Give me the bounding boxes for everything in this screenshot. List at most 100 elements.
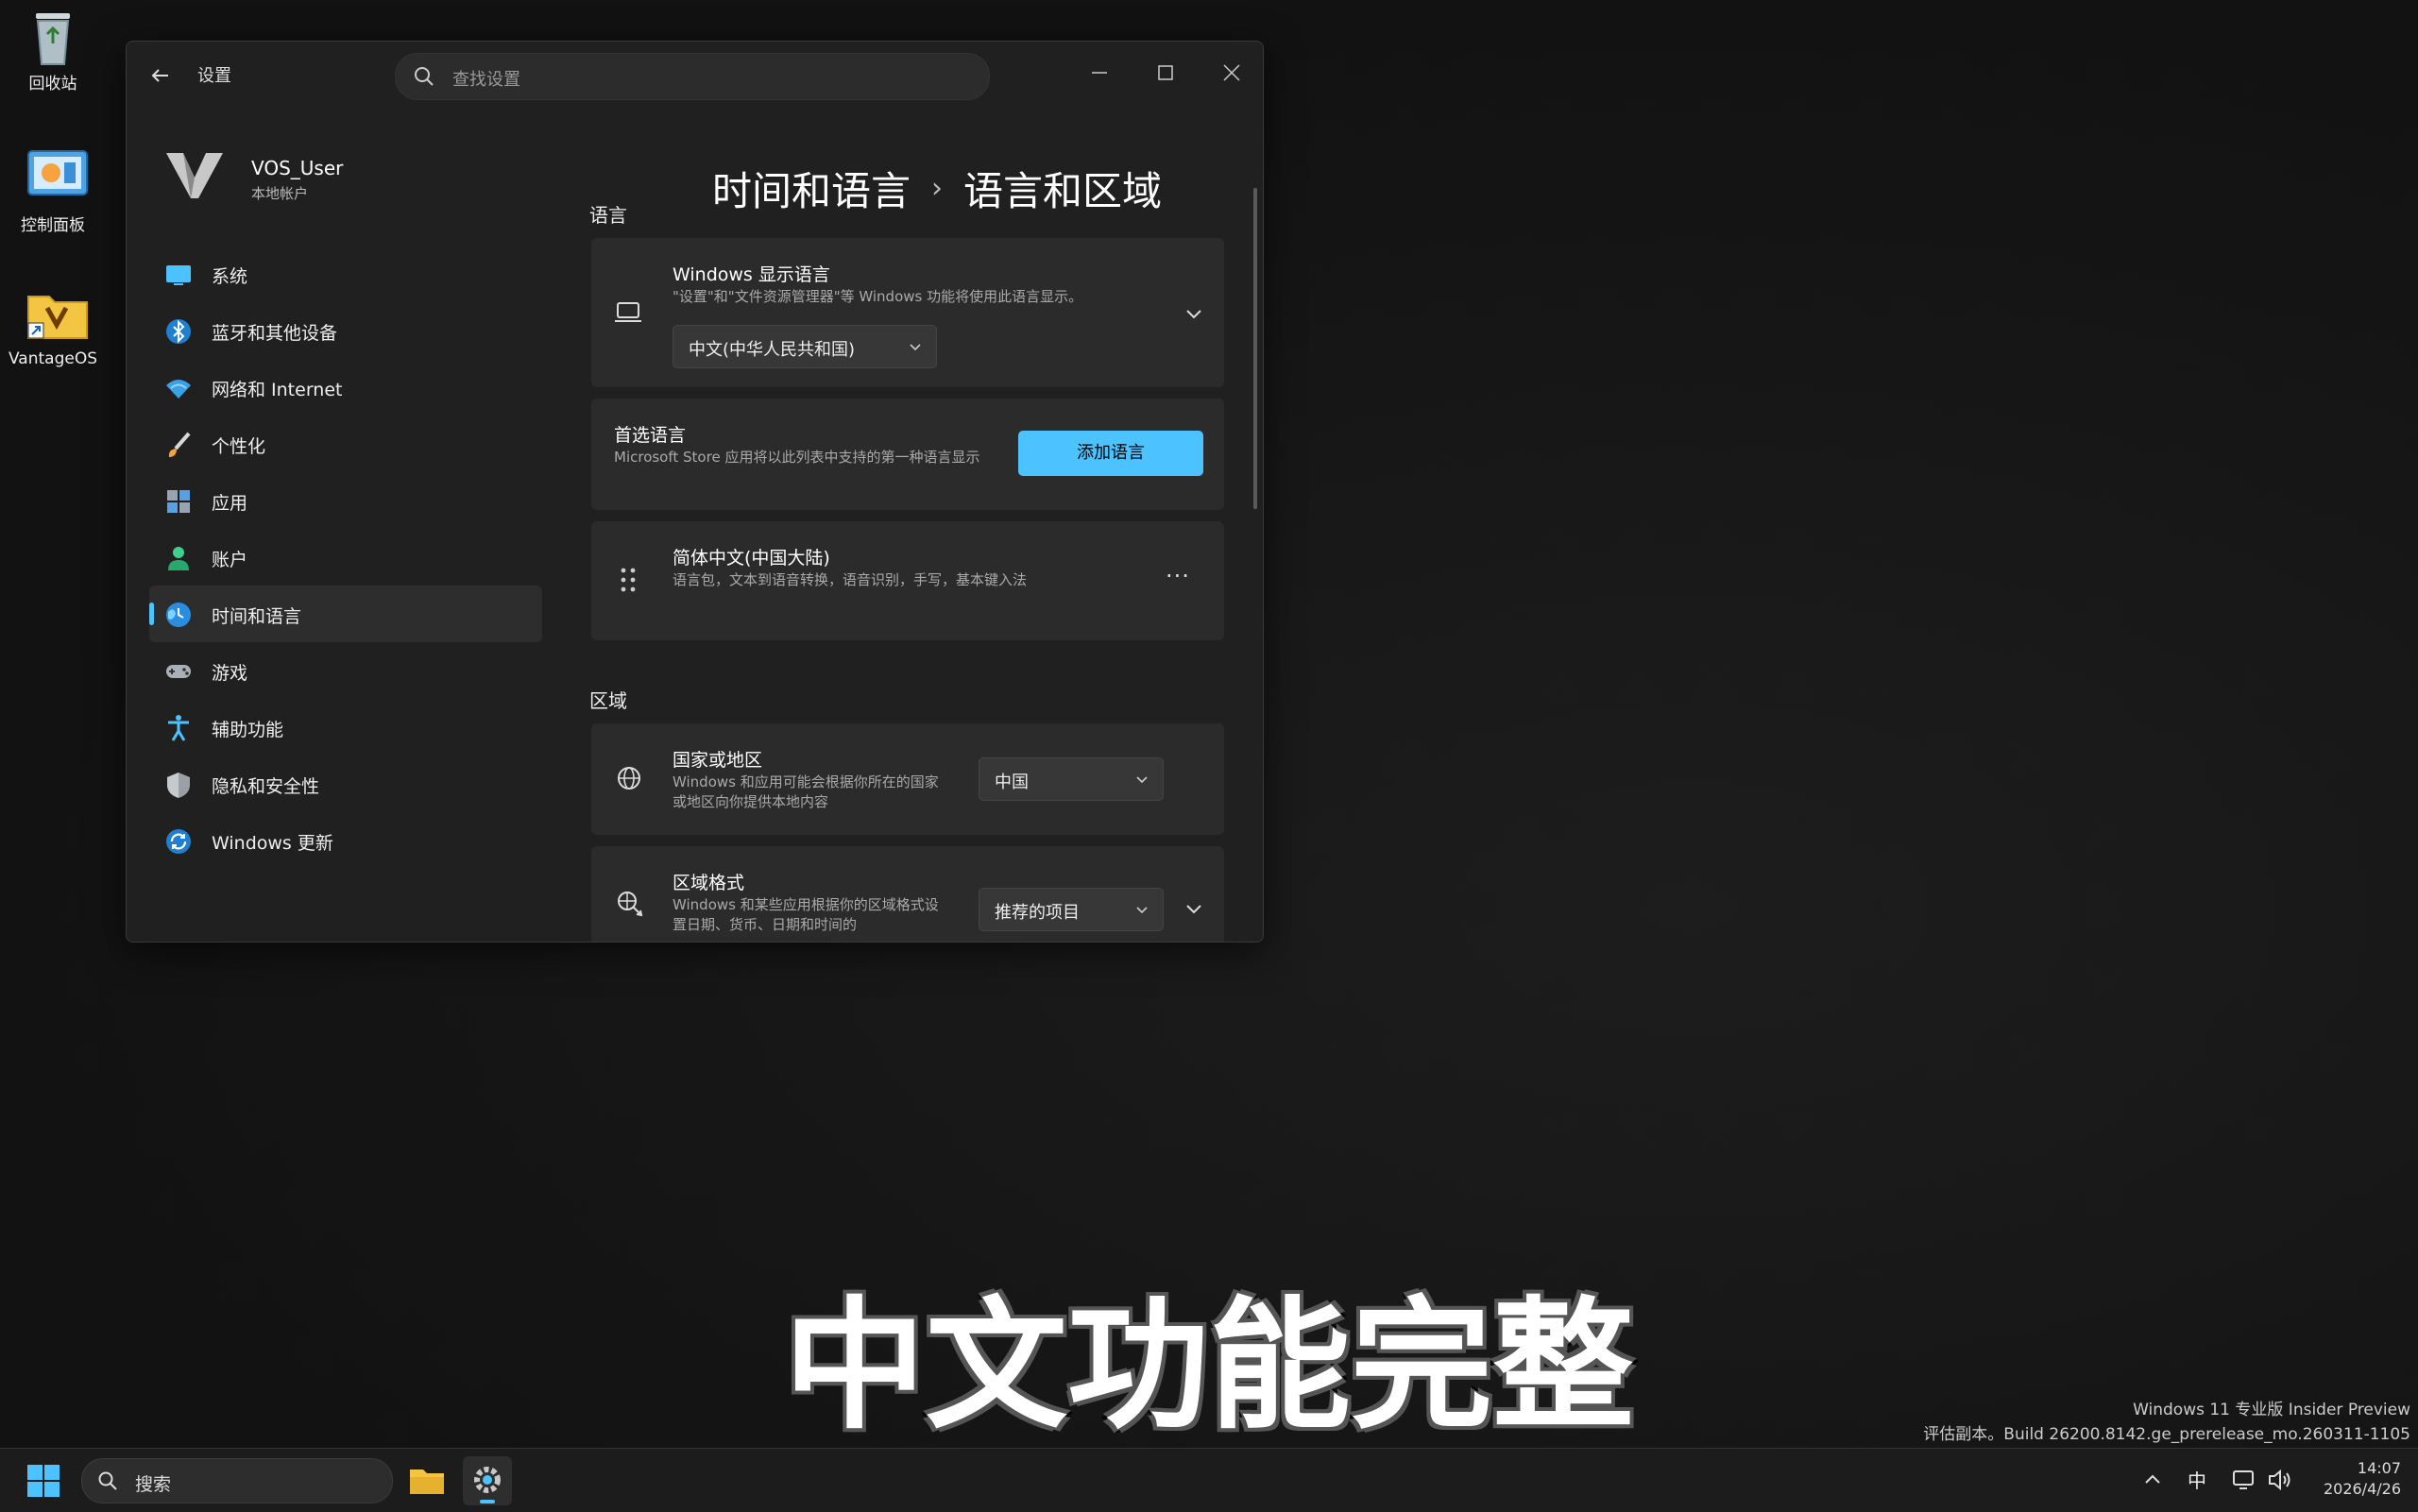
drag-handle-icon[interactable] bbox=[620, 567, 637, 593]
gear-icon bbox=[474, 1467, 501, 1493]
preferred-languages-desc: Microsoft Store 应用将以此列表中支持的第一种语言显示 bbox=[614, 449, 980, 466]
regional-format-dropdown[interactable]: 推荐的项目 bbox=[979, 888, 1164, 931]
chevron-down-icon[interactable] bbox=[1183, 302, 1205, 325]
regional-format-card[interactable]: 区域格式 Windows 和某些应用根据你的区域格式设置日期、货币、日期和时间的… bbox=[591, 846, 1224, 942]
section-title-language: 语言 bbox=[589, 204, 627, 227]
nav-item-gaming[interactable]: 游戏 bbox=[149, 642, 542, 699]
regional-format-value: 推荐的项目 bbox=[995, 903, 1080, 923]
nav-item-network[interactable]: 网络和 Internet bbox=[149, 359, 542, 416]
chevron-up-icon[interactable] bbox=[2142, 1470, 2163, 1490]
update-icon bbox=[166, 829, 191, 854]
user-avatar-logo-icon bbox=[166, 153, 223, 198]
regional-format-title: 区域格式 bbox=[673, 873, 745, 893]
desktop-icon-recycle-bin[interactable]: 回收站 bbox=[0, 6, 110, 93]
nav-item-time-language[interactable]: 时间和语言 bbox=[149, 586, 542, 642]
preferred-languages-card: 首选语言 Microsoft Store 应用将以此列表中支持的第一种语言显示 … bbox=[591, 399, 1224, 510]
ime-indicator[interactable]: 中 bbox=[2188, 1466, 2206, 1493]
minimize-icon bbox=[1092, 72, 1107, 74]
country-region-title: 国家或地区 bbox=[673, 750, 763, 771]
nav-label: 时间和语言 bbox=[212, 606, 302, 627]
settings-window: 设置 查找设置 VOS_User 本地帐户 系统 蓝牙和其他设备 网络和 Int… bbox=[126, 41, 1264, 943]
person-icon bbox=[168, 547, 189, 570]
close-button[interactable] bbox=[1203, 51, 1260, 94]
bluetooth-icon bbox=[166, 319, 191, 344]
page-title: 语言和区域 bbox=[963, 168, 1163, 214]
nav-item-apps[interactable]: 应用 bbox=[149, 472, 542, 529]
taskbar-settings[interactable] bbox=[463, 1456, 512, 1505]
volume-icon[interactable] bbox=[2267, 1468, 2293, 1492]
clock-date: 2026/4/26 bbox=[2323, 1480, 2401, 1498]
regional-format-icon bbox=[618, 892, 643, 917]
search-icon bbox=[98, 1471, 117, 1490]
desktop-icon-vantageos[interactable]: VantageOS bbox=[0, 285, 110, 368]
title-bar: 设置 查找设置 bbox=[127, 42, 1263, 108]
display-language-dropdown[interactable]: 中文(中华人民共和国) bbox=[673, 325, 937, 368]
language-item-zh-cn[interactable]: 简体中文(中国大陆) 语言包，文本到语音转换，语音识别，手写，基本键入法 ··· bbox=[591, 521, 1224, 640]
more-options-icon[interactable]: ··· bbox=[1166, 563, 1190, 589]
nav-item-bluetooth[interactable]: 蓝牙和其他设备 bbox=[149, 302, 542, 359]
nav-label: 个性化 bbox=[212, 436, 266, 457]
maximize-button[interactable] bbox=[1137, 51, 1194, 94]
build-watermark-line2: 评估副本。Build 26200.8142.ge_prerelease_mo.2… bbox=[1923, 1425, 2410, 1444]
language-item-title: 简体中文(中国大陆) bbox=[673, 548, 830, 569]
breadcrumb-separator: › bbox=[931, 172, 944, 205]
desktop-icon-control-panel[interactable]: 控制面板 bbox=[0, 147, 110, 235]
country-region-dropdown[interactable]: 中国 bbox=[979, 757, 1164, 801]
maximize-icon bbox=[1158, 65, 1173, 80]
nav-item-personalization[interactable]: 个性化 bbox=[149, 416, 542, 472]
preferred-languages-title: 首选语言 bbox=[614, 425, 687, 446]
network-icon[interactable] bbox=[2231, 1468, 2256, 1492]
search-placeholder: 查找设置 bbox=[452, 70, 520, 90]
clock-time: 14:07 bbox=[2357, 1459, 2401, 1477]
user-name: VOS_User bbox=[251, 157, 344, 179]
chevron-down-icon bbox=[1136, 776, 1148, 784]
search-icon bbox=[415, 67, 434, 86]
globe-clock-icon bbox=[166, 603, 191, 627]
back-button[interactable] bbox=[147, 62, 174, 89]
apps-icon bbox=[167, 490, 190, 513]
taskbar-file-explorer[interactable] bbox=[402, 1456, 451, 1505]
country-region-value: 中国 bbox=[995, 773, 1029, 792]
taskbar-search-placeholder: 搜索 bbox=[135, 1474, 172, 1495]
nav-item-system[interactable]: 系统 bbox=[149, 246, 542, 302]
accessibility-icon bbox=[168, 715, 189, 741]
chevron-down-icon bbox=[1136, 907, 1148, 914]
nav-list: 系统 蓝牙和其他设备 网络和 Internet 个性化 应用 账户 时间和语言 … bbox=[149, 246, 542, 869]
nav-label: 应用 bbox=[212, 493, 248, 514]
display-language-desc: "设置"和"文件资源管理器"等 Windows 功能将使用此语言显示。 bbox=[673, 288, 1083, 305]
nav-item-accessibility[interactable]: 辅助功能 bbox=[149, 699, 542, 756]
arrow-left-icon bbox=[151, 69, 168, 82]
display-language-title: Windows 显示语言 bbox=[673, 264, 830, 285]
nav-label: 账户 bbox=[212, 550, 248, 570]
nav-label: Windows 更新 bbox=[212, 833, 333, 854]
brush-icon bbox=[168, 432, 191, 457]
nav-item-privacy[interactable]: 隐私和安全性 bbox=[149, 756, 542, 812]
nav-item-windows-update[interactable]: Windows 更新 bbox=[149, 812, 542, 869]
wifi-icon bbox=[166, 380, 191, 399]
gamepad-icon bbox=[166, 665, 191, 678]
display-language-value: 中文(中华人民共和国) bbox=[689, 340, 856, 360]
content-scrollbar[interactable] bbox=[1253, 188, 1257, 509]
language-item-desc: 语言包，文本到语音转换，语音识别，手写，基本键入法 bbox=[673, 571, 1028, 588]
chevron-down-icon[interactable] bbox=[1183, 897, 1205, 920]
settings-search[interactable]: 查找设置 bbox=[395, 53, 990, 100]
breadcrumb: 时间和语言 › 语言和区域 bbox=[712, 160, 1162, 217]
taskbar-search[interactable]: 搜索 bbox=[81, 1458, 393, 1504]
folder-shortcut-icon bbox=[25, 285, 88, 342]
nav-label: 隐私和安全性 bbox=[212, 776, 320, 797]
nav-label: 网络和 Internet bbox=[212, 380, 343, 400]
sidebar: VOS_User 本地帐户 系统 蓝牙和其他设备 网络和 Internet 个性… bbox=[127, 108, 542, 942]
add-language-button[interactable]: 添加语言 bbox=[1018, 431, 1203, 476]
chevron-down-icon bbox=[910, 344, 921, 351]
desktop-icon-label: 控制面板 bbox=[21, 216, 85, 235]
minimize-button[interactable] bbox=[1071, 51, 1128, 94]
breadcrumb-parent[interactable]: 时间和语言 bbox=[712, 168, 911, 214]
nav-item-accounts[interactable]: 账户 bbox=[149, 529, 542, 586]
start-button[interactable] bbox=[26, 1464, 60, 1498]
user-account-type: 本地帐户 bbox=[251, 185, 309, 202]
nav-label: 蓝牙和其他设备 bbox=[212, 323, 338, 344]
app-title: 设置 bbox=[197, 66, 231, 86]
folder-icon bbox=[410, 1470, 444, 1494]
taskbar-clock[interactable]: 14:07 2026/4/26 bbox=[2324, 1458, 2401, 1500]
display-language-card[interactable]: Windows 显示语言 "设置"和"文件资源管理器"等 Windows 功能将… bbox=[591, 238, 1224, 387]
